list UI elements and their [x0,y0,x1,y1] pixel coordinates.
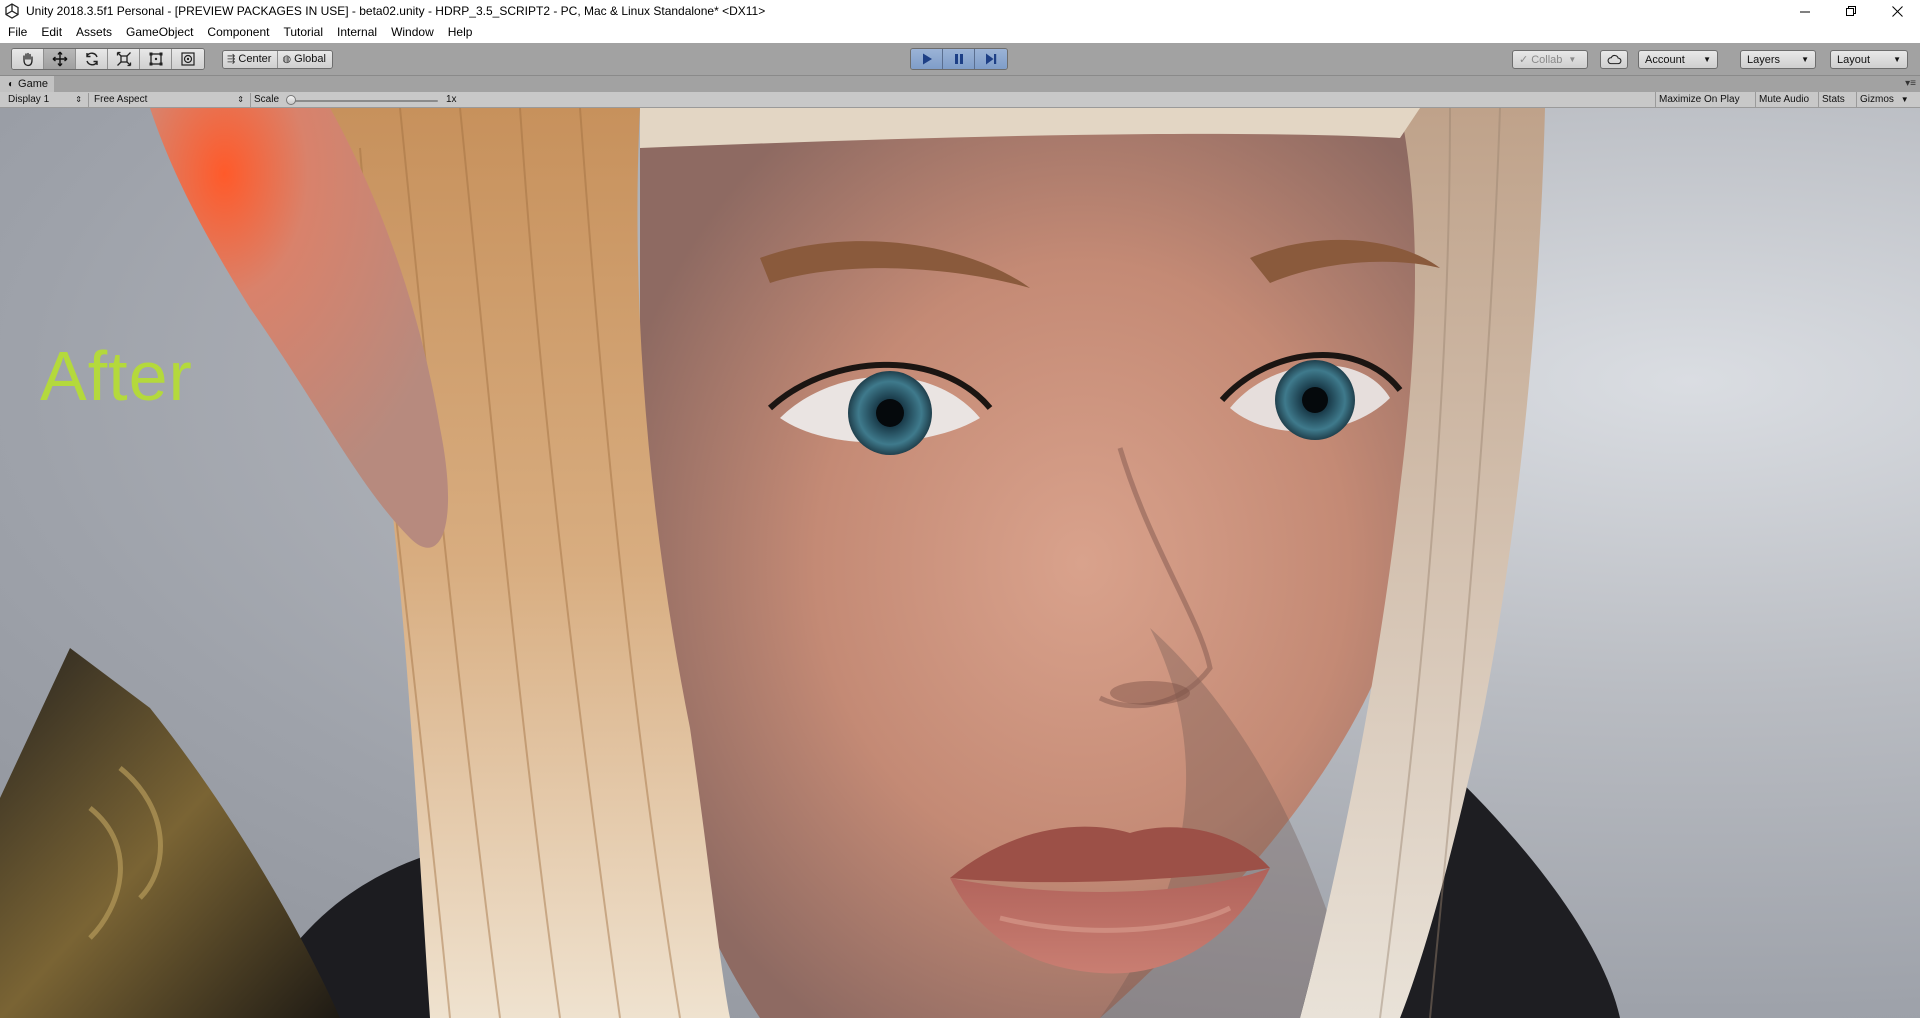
menu-help[interactable]: Help [441,22,480,43]
play-button[interactable] [911,49,943,69]
menu-bar: File Edit Assets GameObject Component Tu… [0,22,1920,43]
gizmos-dropdown[interactable]: Gizmos ▼ [1856,92,1920,108]
scale-slider-track[interactable] [290,100,438,102]
pivot-toggles: ⇶ Center ◍ Global [222,50,333,69]
game-view-controls: Display 1 ⇕ Free Aspect ⇕ Scale 1x Maxim… [0,92,1920,108]
cloud-button[interactable] [1600,50,1628,69]
globe-icon: ◍ [282,54,292,65]
tab-game-label: Game [18,78,49,90]
move-tool-icon [52,51,67,67]
scale-value: 1x [446,94,457,105]
window-title: Unity 2018.3.5f1 Personal - [PREVIEW PAC… [26,4,766,18]
pivot-center-label: Center [238,53,272,65]
aspect-dropdown[interactable]: Free Aspect ⇕ [94,92,246,108]
close-icon [1891,5,1903,17]
pivot-icon: ⇶ [227,54,236,65]
restore-button[interactable] [1828,0,1874,22]
menu-internal[interactable]: Internal [330,22,384,43]
aspect-label: Free Aspect [94,94,148,105]
transform-tool-button[interactable] [172,49,204,69]
scale-tool-button[interactable] [108,49,140,69]
step-button[interactable] [975,49,1007,69]
stats-toggle[interactable]: Stats [1818,92,1856,108]
account-dropdown[interactable]: Account ▼ [1638,50,1718,69]
step-icon [986,53,997,65]
layout-label: Layout [1837,53,1871,66]
tab-menu-icon[interactable]: ▾≡ [1905,78,1916,89]
pause-icon [954,54,963,64]
menu-gameobject[interactable]: GameObject [119,22,200,43]
menu-file[interactable]: File [1,22,34,43]
hand-tool-icon [22,52,33,67]
account-label: Account [1645,53,1685,66]
rotate-tool-icon [85,52,98,66]
menu-window[interactable]: Window [384,22,441,43]
pivot-global-label: Global [294,53,326,65]
menu-component[interactable]: Component [200,22,276,43]
divider [250,93,251,107]
maximize-on-play-toggle[interactable]: Maximize On Play [1655,92,1755,108]
restore-icon [1845,5,1856,16]
chevron-down-icon: ▼ [1893,55,1901,64]
menu-tutorial[interactable]: Tutorial [276,22,330,43]
chevron-down-icon: ▼ [1703,55,1711,64]
display-label: Display 1 [8,94,50,105]
game-tab-bar: ◐ Game ▾≡ [0,76,1920,92]
close-button[interactable] [1874,0,1920,22]
rotate-tool-button[interactable] [76,49,108,69]
rendered-character-image [0,108,1620,1018]
minimize-icon [1799,11,1810,12]
menu-assets[interactable]: Assets [69,22,119,43]
pivot-global-button[interactable]: ◍ Global [278,51,332,68]
playback-controls [910,48,1008,70]
menu-edit[interactable]: Edit [34,22,69,43]
chevron-down-icon: ▼ [1900,95,1909,104]
divider [88,93,89,107]
collab-dropdown[interactable]: ✓ Collab ▼ [1512,50,1588,69]
pivot-center-button[interactable]: ⇶ Center [223,51,279,68]
transform-tool-icon [181,52,195,66]
chevron-updown-icon: ⇕ [237,95,244,104]
minimize-button[interactable] [1782,0,1828,22]
layers-label: Layers [1747,53,1781,66]
unity-logo-icon [5,3,19,19]
gizmos-label: Gizmos [1860,94,1894,105]
overlay-after-text: After [40,337,193,415]
chevron-down-icon: ▼ [1801,55,1809,64]
hand-tool-button[interactable] [12,49,44,69]
cloud-icon [1607,54,1621,65]
chevron-updown-icon: ⇕ [75,95,82,104]
check-icon: ✓ [1519,54,1529,66]
play-icon [922,53,932,65]
rect-tool-icon [149,52,162,66]
game-viewport[interactable]: After [0,108,1920,1018]
collab-label: Collab [1531,53,1563,66]
display-dropdown[interactable]: Display 1 ⇕ [8,92,84,108]
scale-label: Scale [254,94,280,105]
title-bar: Unity 2018.3.5f1 Personal - [PREVIEW PAC… [0,0,1920,22]
chevron-down-icon: ▼ [1568,55,1577,64]
layers-dropdown[interactable]: Layers ▼ [1740,50,1816,69]
pause-button[interactable] [943,49,975,69]
tab-game[interactable]: ◐ Game [0,76,55,92]
main-toolbar: ⇶ Center ◍ Global ✓ Collab ▼ Account ▼ L… [0,43,1920,76]
window-controls [1782,0,1920,22]
transform-tools [11,48,205,70]
layout-dropdown[interactable]: Layout ▼ [1830,50,1908,69]
move-tool-button[interactable] [44,49,76,69]
scale-tool-icon [116,51,131,67]
rect-tool-button[interactable] [140,49,172,69]
mute-audio-toggle[interactable]: Mute Audio [1755,92,1818,108]
game-view-icon: ◐ [8,78,15,90]
scale-slider-thumb[interactable] [286,95,296,105]
